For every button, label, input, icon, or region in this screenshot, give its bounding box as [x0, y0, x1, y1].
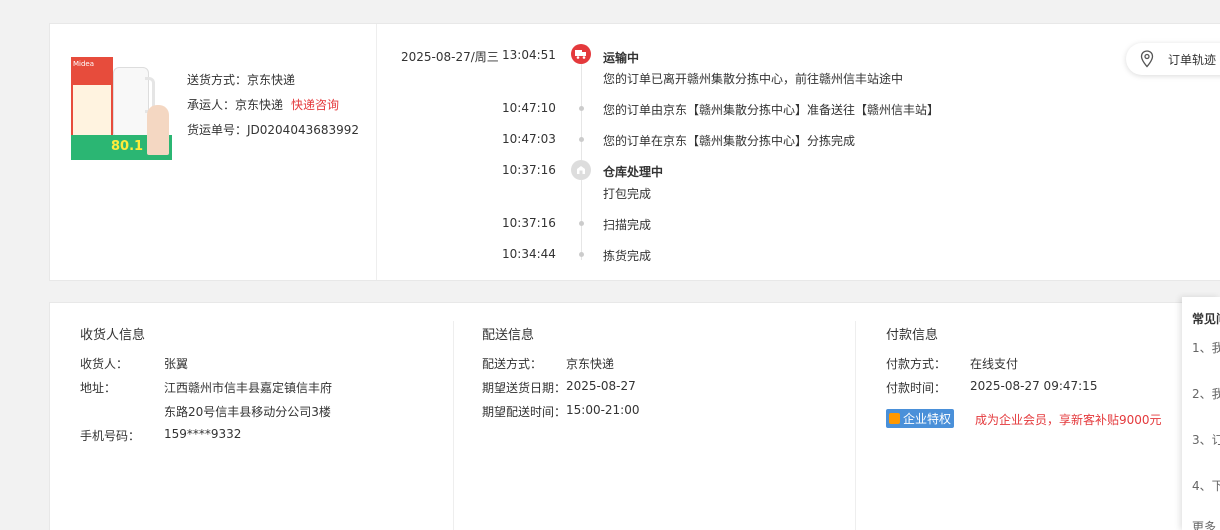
timeline-dot — [579, 106, 584, 111]
faq-item[interactable]: 1、我收到了 — [1192, 339, 1220, 358]
timeline-dot — [579, 137, 584, 142]
event-status: 仓库处理中 — [603, 165, 664, 179]
event-time: 10:47:03 — [502, 132, 556, 146]
event-time: 10:47:10 — [502, 101, 556, 115]
payment-time-key: 付款时间： — [886, 381, 947, 395]
product-image[interactable]: Midea 80.1 — [71, 57, 172, 160]
receiver-address-key: 地址： — [80, 381, 117, 395]
warehouse-icon — [571, 160, 591, 180]
divider — [376, 24, 377, 280]
payment-title: 付款信息 — [886, 328, 939, 343]
faq-item[interactable]: 4、下单吗 — [1192, 477, 1220, 496]
payment-method: 在线支付 — [970, 357, 1019, 371]
receiver-name-row: 收货人： 张翼 — [80, 355, 188, 372]
payment-method-key: 付款方式： — [886, 357, 947, 371]
event-text: 打包完成 — [603, 187, 652, 201]
receiver-address-line1: 江西赣州市信丰县嘉定镇信丰府 — [164, 381, 333, 395]
event-text: 您的订单在京东【赣州集散分拣中心】分拣完成 — [603, 134, 856, 148]
divider — [855, 321, 856, 530]
delivery-method-row: 配送方式： 京东快递 — [482, 355, 614, 372]
event-time: 10:37:16 — [502, 163, 556, 177]
event-time: 13:04:51 — [502, 48, 556, 62]
delivery-time: 15:00-21:00 — [566, 403, 640, 417]
product-price: 80.1 — [111, 139, 144, 154]
carrier-inquiry-link[interactable]: 快递咨询 — [291, 98, 339, 112]
location-pin-icon — [1140, 50, 1154, 68]
tracking-number: 货运单号：JD0204043683992 — [187, 123, 360, 137]
receiver-name-key: 收货人： — [80, 357, 129, 371]
event-time: 10:34:44 — [502, 247, 556, 261]
faq-panel: 常见问题 1、我收到了 2、我么配送 3、订么办 4、下单吗 更多 — [1182, 297, 1220, 530]
truck-icon — [571, 44, 591, 64]
order-track-label: 订单轨迹 — [1168, 52, 1217, 67]
gift-icon — [889, 413, 900, 424]
carrier: 承运人：京东快递 — [187, 98, 284, 112]
delivery-date-key: 期望送货日期： — [482, 381, 567, 395]
order-info-card: 收货人信息 收货人： 张翼 地址： 江西赣州市信丰县嘉定镇信丰府 东路20号信丰… — [49, 302, 1220, 530]
event-text: 您的订单由京东【赣州集散分拣中心】准备送往【赣州信丰站】 — [603, 103, 940, 117]
event-time: 10:37:16 — [502, 216, 556, 230]
event-text: 扫描完成 — [603, 218, 652, 232]
faq-title: 常见问题 — [1192, 312, 1220, 326]
delivery-time-row: 期望配送时间： 15:00-21:00 — [482, 403, 640, 420]
payment-time-row: 付款时间： 2025-08-27 09:47:15 — [886, 379, 1097, 396]
receiver-address-row: 地址： 江西赣州市信丰县嘉定镇信丰府 — [80, 379, 332, 396]
event-status: 运输中 — [603, 51, 640, 65]
delivery-section: 配送信息 配送方式： 京东快递 期望送货日期： 2025-08-27 期望配送时… — [482, 303, 852, 530]
faq-item[interactable]: 3、订么办 — [1192, 431, 1220, 450]
timeline-dot — [579, 221, 584, 226]
timeline-dot — [579, 252, 584, 257]
receiver-name: 张翼 — [164, 357, 189, 371]
receiver-phone-row: 手机号码： 159****9332 — [80, 427, 241, 444]
delivery-title: 配送信息 — [482, 328, 535, 343]
event-text: 拣货完成 — [603, 249, 652, 263]
person-illustration — [147, 105, 169, 155]
delivery-date-row: 期望送货日期： 2025-08-27 — [482, 379, 636, 396]
delivery-time-key: 期望配送时间： — [482, 405, 567, 419]
faq-item[interactable]: 2、我么配送 — [1192, 385, 1220, 404]
enterprise-badge[interactable]: 企业特权 — [886, 409, 955, 428]
carrier-row: 承运人：京东快递 快递咨询 — [187, 93, 359, 118]
kettle-illustration — [113, 67, 149, 137]
event-text: 您的订单已离开赣州集散分拣中心，前往赣州信丰站途中 — [603, 72, 904, 86]
receiver-phone-key: 手机号码： — [80, 429, 141, 443]
delivery-date: 2025-08-27 — [566, 379, 636, 393]
payment-time: 2025-08-27 09:47:15 — [970, 379, 1098, 393]
payment-method-row: 付款方式： 在线支付 — [886, 355, 1018, 372]
enterprise-promo-link[interactable]: 成为企业会员，享新客补贴9000元 — [975, 411, 1162, 428]
divider — [453, 321, 454, 530]
delivery-method-key: 配送方式： — [482, 357, 543, 371]
receiver-section: 收货人信息 收货人： 张翼 地址： 江西赣州市信丰县嘉定镇信丰府 东路20号信丰… — [80, 303, 450, 530]
product-brand: Midea — [73, 60, 95, 68]
receiver-phone: 159****9332 — [164, 427, 242, 441]
faq-more-link[interactable]: 更多 — [1192, 518, 1220, 530]
receiver-title: 收货人信息 — [80, 328, 146, 343]
receiver-address-line2: 东路20号信丰县移动分公司3楼 — [164, 405, 331, 419]
tracking-date: 2025-08-27/周三 — [401, 50, 499, 64]
shipping-method: 送货方式：京东快递 — [187, 73, 296, 87]
order-track-button[interactable]: 订单轨迹 — [1126, 43, 1220, 75]
shipment-tracking-card: Midea 80.1 送货方式：京东快递 承运人：京东快递 快递咨询 货运单号：J… — [49, 23, 1220, 281]
shipment-info: 送货方式：京东快递 承运人：京东快递 快递咨询 货运单号：JD0204043683… — [187, 68, 359, 143]
enterprise-badge-label: 企业特权 — [903, 412, 952, 426]
delivery-method: 京东快递 — [566, 357, 615, 371]
